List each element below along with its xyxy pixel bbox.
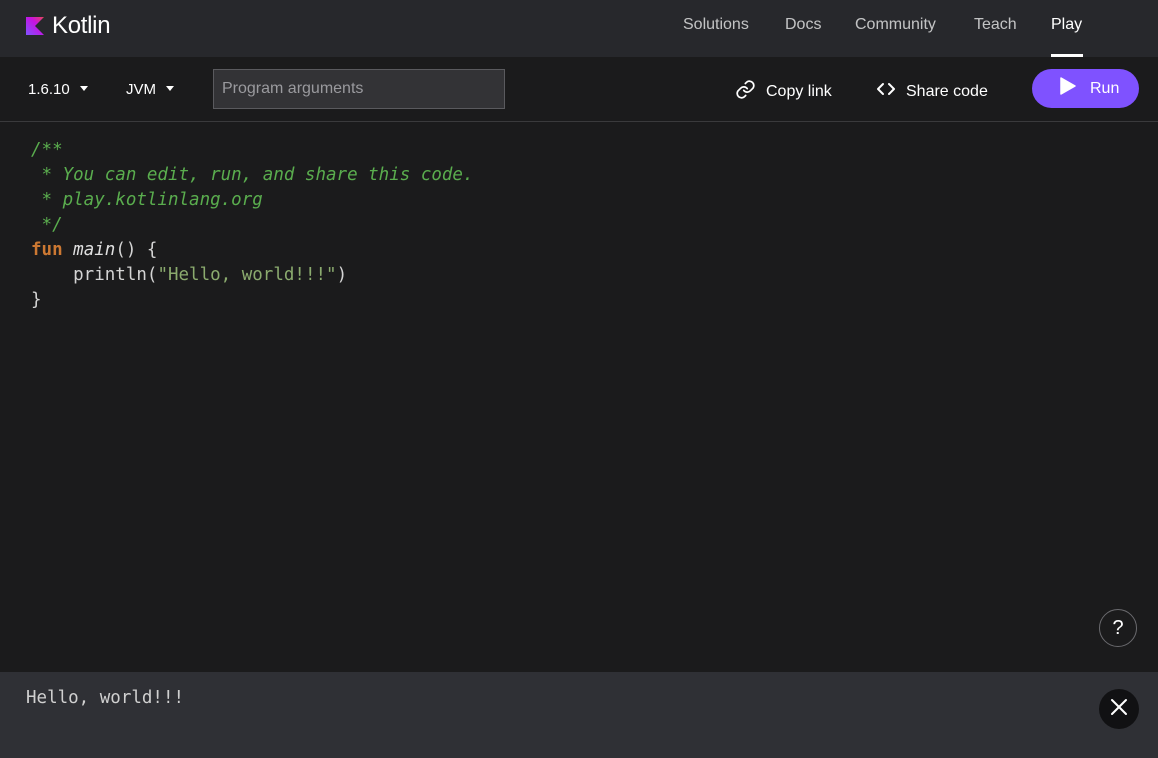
program-arguments-input[interactable] [213, 69, 505, 109]
output-text: Hello, world!!! [26, 688, 185, 708]
code-editor[interactable]: /** * You can edit, run, and share this … [0, 122, 1158, 672]
nav-item-play[interactable]: Play [1051, 16, 1082, 34]
nav-item-docs[interactable]: Docs [785, 16, 821, 34]
code-keyword: fun [31, 240, 63, 260]
play-icon [1032, 77, 1076, 100]
code-content[interactable]: /** * You can edit, run, and share this … [31, 138, 474, 313]
version-label: 1.6.10 [28, 81, 70, 98]
code-string: "Hello, world!!!" [157, 265, 337, 285]
close-output-button[interactable] [1099, 689, 1139, 729]
share-code-label: Share code [906, 82, 988, 100]
help-button[interactable]: ? [1099, 609, 1137, 647]
caret-down-icon [79, 86, 88, 91]
link-icon [735, 79, 766, 105]
copy-link-label: Copy link [766, 83, 832, 100]
version-dropdown[interactable]: 1.6.10 [28, 81, 88, 98]
code-comment-line: * play.kotlinlang.org [31, 190, 263, 210]
playground-toolbar: 1.6.10 JVM Copy link Share code [0, 57, 1158, 122]
code-call: println( [31, 265, 158, 285]
output-panel: Hello, world!!! [0, 672, 1158, 758]
code-brackets-icon [876, 79, 906, 104]
run-label: Run [1090, 79, 1120, 97]
code-comment-line: /** [31, 140, 63, 160]
code-punctuation: ) [336, 265, 348, 285]
target-dropdown[interactable]: JVM [126, 81, 174, 98]
nav-item-teach[interactable]: Teach [974, 16, 1017, 34]
copy-link-button[interactable]: Copy link [735, 79, 832, 105]
close-icon [1110, 698, 1128, 721]
target-label: JVM [126, 81, 156, 98]
kotlin-logo[interactable]: Kotlin [26, 12, 111, 39]
code-comment-line: * You can edit, run, and share this code… [31, 165, 474, 185]
code-function-name: main [73, 240, 116, 260]
code-closing-brace: } [31, 290, 42, 310]
top-navigation: Kotlin Solutions Docs Community Teach Pl… [0, 0, 1158, 57]
code-punctuation: () { [115, 240, 158, 260]
logo-text: Kotlin [52, 12, 111, 39]
kotlin-logo-icon [26, 17, 44, 35]
code-comment-line: */ [31, 215, 63, 235]
nav-item-community[interactable]: Community [855, 16, 936, 34]
caret-down-icon [166, 86, 174, 91]
help-label: ? [1112, 616, 1124, 639]
run-button[interactable]: Run [1032, 69, 1139, 108]
nav-item-solutions[interactable]: Solutions [683, 16, 749, 34]
share-code-button[interactable]: Share code [876, 79, 988, 104]
